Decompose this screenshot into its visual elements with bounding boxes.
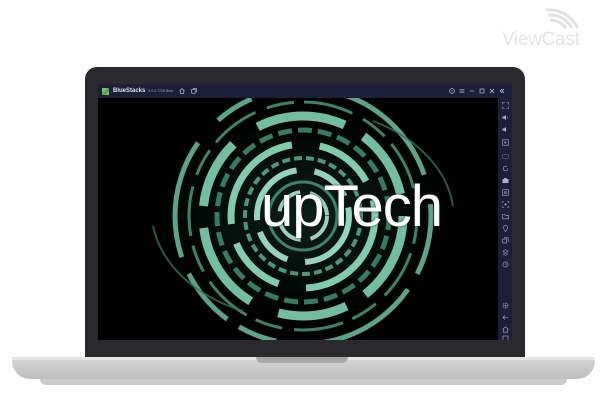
laptop-bezel: [85, 340, 525, 358]
maximize-icon[interactable]: [479, 88, 489, 94]
window-titlebar: BlueStacks 5.0.0.7228 Beta ?: [98, 84, 512, 98]
laptop-screen: BlueStacks 5.0.0.7228 Beta ? upTech: [98, 84, 512, 340]
window-controls: ?: [449, 88, 509, 94]
keyboard-controls-icon[interactable]: [501, 152, 509, 160]
bluestacks-sidebar: [498, 98, 512, 340]
fullscreen-icon[interactable]: [501, 101, 509, 109]
location-icon[interactable]: [501, 224, 509, 232]
eco-mode-icon[interactable]: [501, 248, 509, 256]
back-icon[interactable]: [501, 313, 509, 321]
app-title: BlueStacks: [113, 88, 146, 94]
multi-instance-icon[interactable]: [190, 88, 197, 95]
close-icon[interactable]: [489, 88, 499, 94]
uptech-logo-text: upTech: [261, 174, 443, 239]
volume-down-icon[interactable]: [501, 125, 509, 133]
screenshot-icon[interactable]: [501, 200, 509, 208]
macros-icon[interactable]: [501, 188, 509, 196]
settings-icon[interactable]: [501, 301, 509, 309]
home-icon[interactable]: [178, 88, 185, 95]
bluestacks-logo-icon: [102, 87, 109, 95]
screen-record-icon[interactable]: [501, 138, 509, 146]
recent-apps-icon[interactable]: [501, 334, 509, 340]
rotate-icon[interactable]: [501, 164, 509, 172]
home-sidebar-icon[interactable]: [501, 325, 509, 333]
watermark-text: ViewCast: [502, 29, 580, 50]
multi-instance-sidebar-icon[interactable]: [501, 236, 509, 244]
media-folder-icon[interactable]: [501, 212, 509, 220]
sync-icon[interactable]: [501, 260, 509, 268]
menu-icon[interactable]: [459, 88, 469, 94]
help-icon[interactable]: ?: [449, 88, 459, 94]
laptop-notch: [256, 357, 348, 363]
app-version: 5.0.0.7228 Beta: [148, 89, 174, 93]
minimize-icon[interactable]: [469, 88, 479, 94]
camera-icon[interactable]: [501, 176, 509, 184]
volume-up-icon[interactable]: [501, 113, 509, 121]
collapse-sidebar-icon[interactable]: [499, 88, 509, 94]
app-content[interactable]: upTech: [98, 98, 498, 340]
laptop-base-shadow: [40, 379, 567, 385]
